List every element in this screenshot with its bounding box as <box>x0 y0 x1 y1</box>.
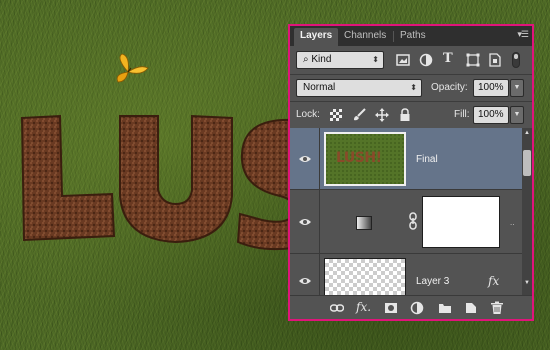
tab-channels[interactable]: Channels <box>338 28 392 46</box>
link-layers-icon[interactable] <box>330 301 344 315</box>
kind-filter-dropdown[interactable]: ⌕ Kind ⬍ <box>296 51 384 69</box>
scroll-up-arrow-icon[interactable]: ▲ <box>522 128 532 138</box>
pixel-layer-filter-icon[interactable] <box>396 53 410 67</box>
adjustment-layer-filter-icon[interactable] <box>419 53 433 67</box>
layer-row-gradient-adjustment[interactable]: .. <box>290 190 522 254</box>
scrollbar-thumb[interactable] <box>523 150 531 176</box>
shape-layer-filter-icon[interactable] <box>466 53 480 67</box>
blend-mode-value: Normal <box>303 82 336 93</box>
fill-input[interactable]: 100% <box>473 106 509 124</box>
eye-visibility-icon[interactable] <box>298 217 312 227</box>
fill-dropdown-button[interactable]: ▼ <box>510 106 524 124</box>
new-group-folder-icon[interactable] <box>438 301 452 315</box>
filter-row: ⌕ Kind ⬍ T <box>290 46 532 74</box>
layer-name-final[interactable]: Final <box>416 154 438 165</box>
lock-position-move-icon[interactable] <box>375 108 389 122</box>
layer-effects-fx-icon[interactable]: fx <box>488 274 499 288</box>
smart-object-filter-icon[interactable] <box>488 53 502 67</box>
letter-u-shape <box>119 114 233 244</box>
delete-layer-trash-icon[interactable] <box>490 301 504 315</box>
panel-menu-icon[interactable]: ▾☰ <box>517 29 529 40</box>
panel-bottom-toolbar: fx. <box>290 295 532 319</box>
lock-label: Lock: <box>296 109 320 120</box>
lock-row: Lock: Fill: 100% ▼ <box>290 102 532 128</box>
opacity-label: Opacity: <box>431 82 468 93</box>
layer-list: LUSH! Final .. Layer 3 fx <box>290 128 522 296</box>
lock-transparency-icon[interactable] <box>329 108 343 122</box>
tab-layers[interactable]: Layers <box>294 28 339 46</box>
layer-list-scrollbar[interactable]: ▲ ▼ <box>522 128 532 296</box>
updown-arrows-icon: ⬍ <box>410 83 417 92</box>
visibility-column <box>290 128 320 189</box>
layers-panel: Layers Channels Paths ▾☰ ⌕ Kind ⬍ T Norm… <box>288 24 534 321</box>
tab-paths[interactable]: Paths <box>394 28 432 46</box>
scroll-down-arrow-icon[interactable]: ▼ <box>522 278 532 288</box>
new-layer-icon[interactable] <box>464 301 478 315</box>
visibility-column <box>290 190 320 253</box>
layer-row-layer-3[interactable]: Layer 3 fx <box>290 254 522 296</box>
eye-visibility-icon[interactable] <box>298 154 312 164</box>
updown-arrows-icon: ⬍ <box>372 55 379 64</box>
letter-s-shape <box>236 118 296 251</box>
opacity-input[interactable]: 100% <box>473 79 509 97</box>
layer-row-final[interactable]: LUSH! Final <box>290 128 522 190</box>
blend-row: Normal ⬍ Opacity: 100% ▼ <box>290 75 532 101</box>
add-layer-mask-icon[interactable] <box>384 301 398 315</box>
mask-link-chain-icon[interactable] <box>408 212 418 230</box>
butterfly-icon <box>116 53 149 83</box>
eye-visibility-icon[interactable] <box>298 276 312 286</box>
filter-toggle-switch[interactable] <box>512 52 520 68</box>
new-adjustment-layer-icon[interactable] <box>410 301 424 315</box>
filter-toggle-knob <box>514 54 518 59</box>
lock-all-icon[interactable] <box>398 108 412 122</box>
visibility-column <box>290 254 320 296</box>
layer-name-layer-3[interactable]: Layer 3 <box>416 276 449 287</box>
panel-tab-bar: Layers Channels Paths ▾☰ <box>290 26 532 46</box>
type-layer-filter-icon[interactable]: T <box>443 52 457 66</box>
layer-more-indicator: .. <box>510 218 515 227</box>
layer-thumbnail-final[interactable]: LUSH! <box>324 132 406 186</box>
layer-thumbnail-layer-3[interactable] <box>324 258 406 296</box>
add-layer-style-fx-icon[interactable]: fx. <box>356 300 371 314</box>
opacity-dropdown-button[interactable]: ▼ <box>510 79 524 97</box>
fill-label: Fill: <box>454 109 470 120</box>
letter-l-shape <box>20 114 116 242</box>
lock-pixels-brush-icon[interactable] <box>352 108 366 122</box>
kind-filter-label: Kind <box>311 54 332 65</box>
layer-mask-thumbnail[interactable] <box>422 196 500 248</box>
blend-mode-dropdown[interactable]: Normal ⬍ <box>296 79 422 97</box>
gradient-adjustment-icon <box>356 216 372 230</box>
thumbnail-text: LUSH! <box>336 150 382 166</box>
